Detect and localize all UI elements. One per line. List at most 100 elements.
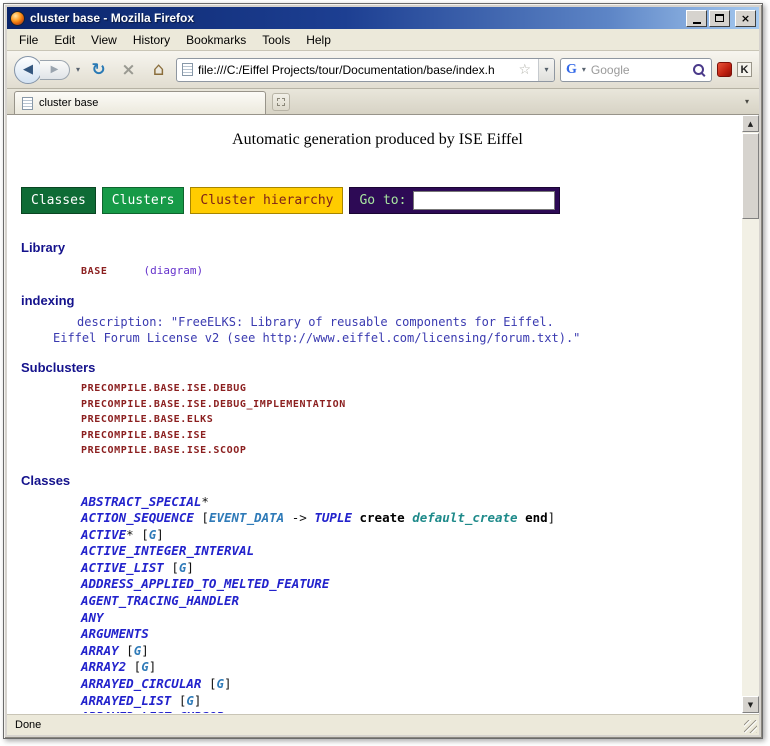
url-input[interactable] [198,63,511,77]
menu-view[interactable]: View [83,30,125,50]
cluster-hierarchy-button[interactable]: Cluster hierarchy [190,187,343,214]
bracket: [ [201,676,216,691]
bracket: [ [171,693,186,708]
menu-help[interactable]: Help [298,30,339,50]
addon-icon-1[interactable] [717,62,732,77]
location-bar[interactable]: ☆ ▾ [176,58,555,82]
class-list-item: ACTIVE_INTEGER_INTERVAL [21,543,734,560]
search-magnifier-icon[interactable] [692,63,706,77]
subcluster-link[interactable]: PRECOMPILE.BASE.ISE [21,428,734,444]
scroll-down-button[interactable]: ▼ [742,696,759,713]
history-dropdown-icon[interactable]: ▾ [75,65,81,74]
menu-bookmarks[interactable]: Bookmarks [178,30,254,50]
list-all-tabs-button[interactable]: ▾ [740,94,754,109]
class-list-item: ARRAY [G] [21,643,734,660]
subcluster-link[interactable]: PRECOMPILE.BASE.ISE.SCOOP [21,443,734,459]
class-link[interactable]: ACTIVE_INTEGER_INTERVAL [81,543,254,558]
class-link[interactable]: ANY [81,610,104,625]
status-text: Done [15,719,41,731]
class-link[interactable]: ACTIVE [81,527,126,542]
class-link[interactable]: ARGUMENTS [81,626,149,641]
class-list-item: ARGUMENTS [21,626,734,643]
feature-link[interactable]: default_create [412,510,517,525]
bracket: ] [224,676,232,691]
clusters-button[interactable]: Clusters [102,187,185,214]
scrollbar-track[interactable] [742,132,759,696]
class-link[interactable]: TUPLE [314,510,352,525]
goto-label: Go to: [359,193,406,208]
minimize-button[interactable] [686,10,707,27]
class-list-item: ACTIVE_LIST [G] [21,560,734,577]
vertical-scrollbar[interactable]: ▲ ▼ [742,115,759,713]
close-button[interactable]: × [735,10,756,27]
back-icon: ◀ [23,62,33,77]
class-link[interactable]: ADDRESS_APPLIED_TO_MELTED_FEATURE [81,576,329,591]
urlbar-dropdown-icon[interactable]: ▾ [538,59,554,81]
class-link[interactable]: ABSTRACT_SPECIAL [81,494,201,509]
indexing-heading: indexing [21,293,734,308]
subcluster-link[interactable]: PRECOMPILE.BASE.ISE.DEBUG_IMPLEMENTATION [21,397,734,413]
class-list-item: AGENT_TRACING_HANDLER [21,593,734,610]
class-list-item: ADDRESS_APPLIED_TO_MELTED_FEATURE [21,576,734,593]
subcluster-link[interactable]: PRECOMPILE.BASE.ISE.DEBUG [21,381,734,397]
search-bar[interactable]: G ▾ [560,58,712,82]
back-button[interactable]: ◀ [14,56,42,84]
bracket: * [ [126,527,149,542]
scroll-down-icon: ▼ [748,701,753,709]
diagram-link[interactable]: (diagram) [143,264,203,277]
class-link[interactable]: ARRAY [81,643,119,658]
bracket: [ [194,510,209,525]
class-link[interactable]: ARRAYED_LIST [81,693,171,708]
bracket: ] [548,510,556,525]
addon-icon-2[interactable]: K [737,62,752,77]
reload-button[interactable]: ↻ [86,57,111,82]
class-link[interactable]: ARRAYED_CIRCULAR [81,676,201,691]
indexing-description-line2: Eiffel Forum License v2 (see http://www.… [21,330,734,346]
scrollbar-thumb[interactable] [742,133,759,219]
bracket: ] [194,693,202,708]
reload-icon: ↻ [91,60,105,80]
cluster-base-link[interactable]: BASE [81,266,107,277]
class-link[interactable]: AGENT_TRACING_HANDLER [81,593,239,608]
menu-history[interactable]: History [125,30,178,50]
class-link[interactable]: ARRAY2 [81,659,126,674]
navigation-toolbar: ◀ ▶ ▾ ↻ × ⌂ ☆ ▾ G ▾ K [7,51,759,89]
tab-bar: cluster base ▾ [7,89,759,115]
firefox-logo-icon [10,11,25,26]
space [352,510,360,525]
generic-constraint-link[interactable]: EVENT_DATA [209,510,284,525]
bookmark-star-icon[interactable]: ☆ [516,62,533,78]
classes-button[interactable]: Classes [21,187,96,214]
keyword: create [360,510,405,525]
scroll-up-button[interactable]: ▲ [742,115,759,132]
title-bar[interactable]: cluster base - Mozilla Firefox × [7,7,759,29]
home-button[interactable]: ⌂ [146,57,171,82]
goto-box: Go to: [349,187,560,214]
class-link[interactable]: ACTIVE_LIST [81,560,164,575]
resize-grip[interactable] [744,720,757,733]
firefox-window: cluster base - Mozilla Firefox × File Ed… [3,3,763,739]
goto-input[interactable] [413,191,555,210]
tab-cluster-base[interactable]: cluster base [14,91,266,114]
menu-edit[interactable]: Edit [46,30,83,50]
formal-generic: G [186,693,194,708]
stop-button[interactable]: × [116,57,141,82]
menu-file[interactable]: File [11,30,46,50]
formal-generic: G [216,676,224,691]
library-row: BASE (diagram) [21,261,734,279]
search-input[interactable] [591,63,688,77]
page-banner: Automatic generation produced by ISE Eif… [21,131,734,149]
arrow-symbol: -> [284,510,314,525]
search-engine-dropdown-icon[interactable]: ▾ [581,65,587,74]
class-list-item: ARRAYED_LIST [G] [21,693,734,710]
subcluster-link[interactable]: PRECOMPILE.BASE.ELKS [21,412,734,428]
maximize-button[interactable] [709,10,730,27]
minimize-icon [693,22,701,24]
new-tab-button[interactable] [272,93,290,111]
forward-icon: ▶ [51,64,59,75]
close-icon: × [741,13,750,24]
classes-heading: Classes [21,473,734,488]
forward-button[interactable]: ▶ [40,60,70,80]
menu-tools[interactable]: Tools [254,30,298,50]
class-link[interactable]: ACTION_SEQUENCE [81,510,194,525]
